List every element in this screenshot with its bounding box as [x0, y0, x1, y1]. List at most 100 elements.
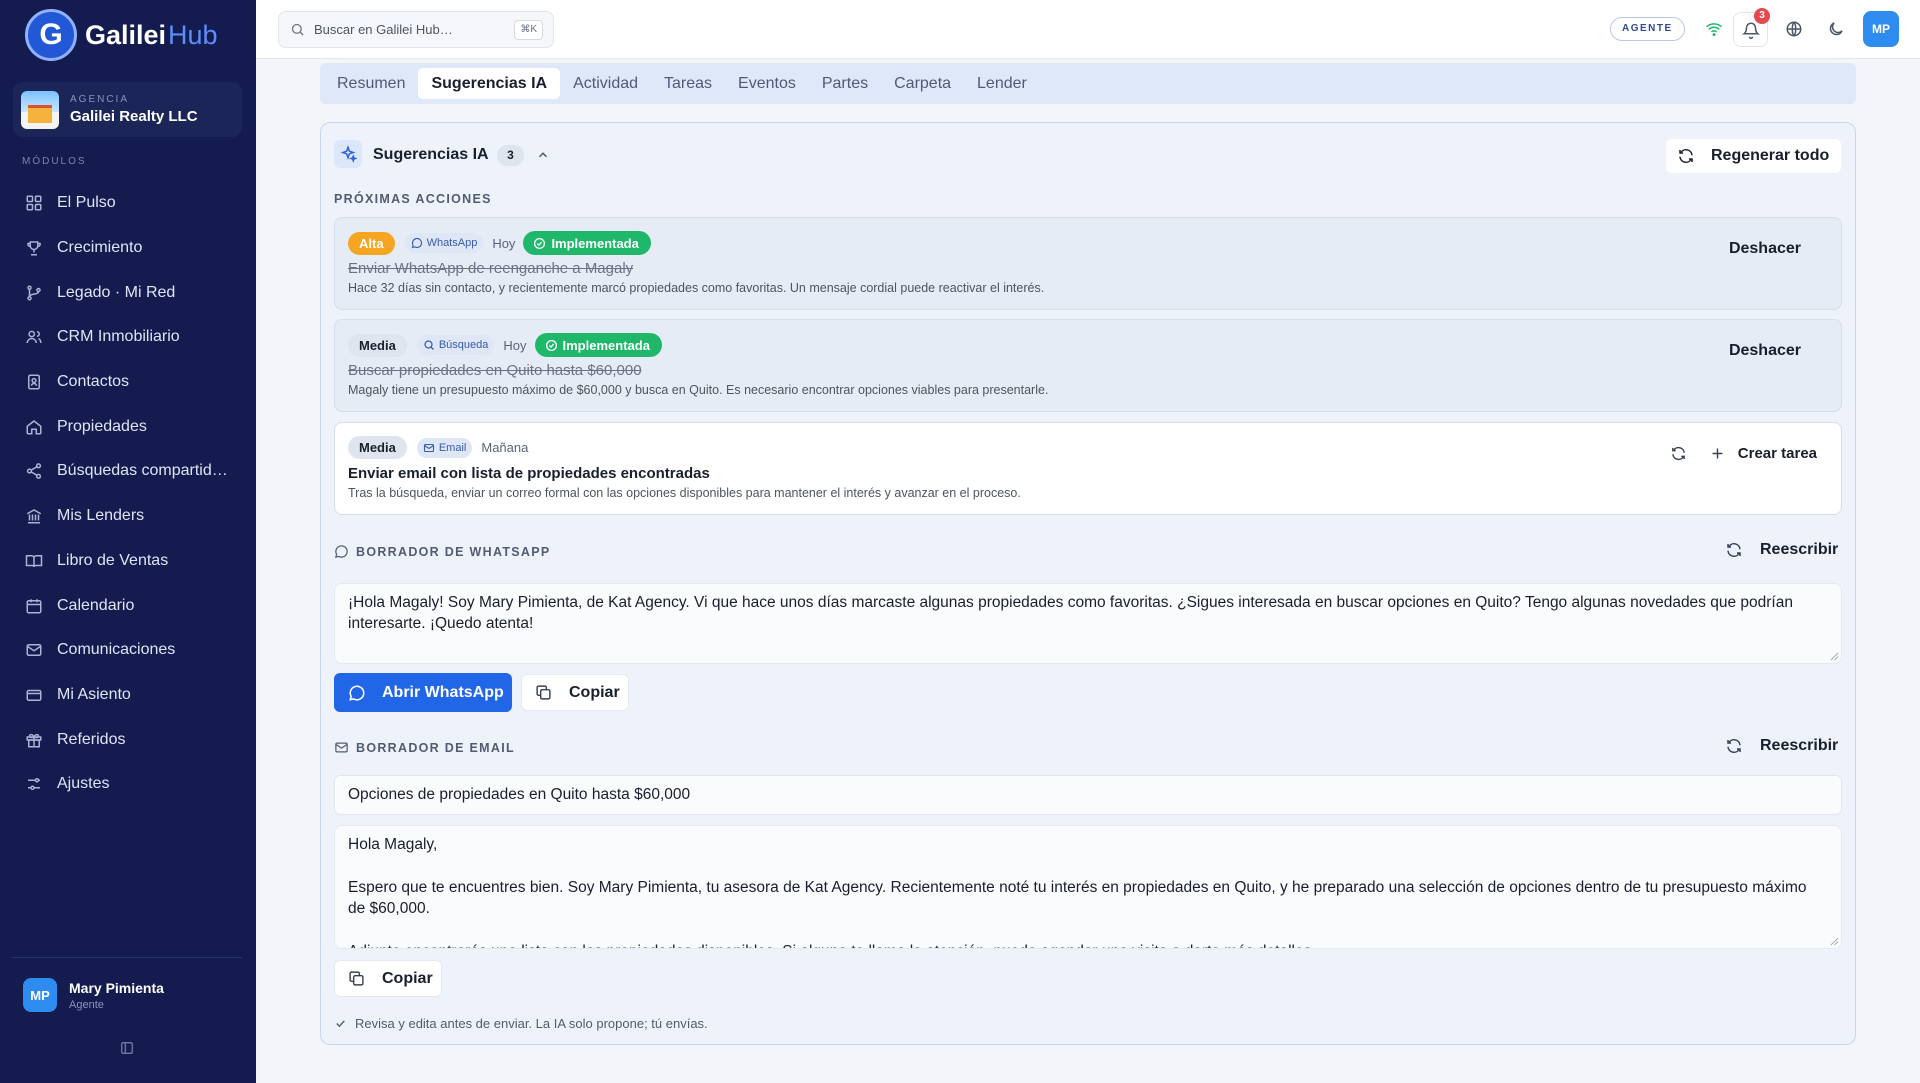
next-actions-label: PRÓXIMAS ACCIONES: [334, 192, 492, 206]
check-icon: [336, 1020, 345, 1028]
sidebar-item-label: Búsquedas compartid…: [57, 462, 228, 480]
tab-resumen[interactable]: Resumen: [324, 68, 418, 99]
topbar: Buscar en Galilei Hub… ⌘K AGENTE 3 MP: [256, 0, 1920, 59]
message-circle-icon: [349, 685, 365, 701]
rewrite-email-button[interactable]: Reescribir: [1725, 737, 1838, 755]
tab-partes[interactable]: Partes: [809, 68, 881, 99]
tab-sugerencias-ia[interactable]: Sugerencias IA: [418, 68, 561, 99]
message-circle-icon: [411, 237, 422, 249]
copy-label: Copiar: [382, 969, 433, 987]
sliders-icon: [28, 778, 40, 791]
refresh-icon: [1727, 738, 1741, 754]
sidebar-item-el-pulso[interactable]: El Pulso: [14, 181, 242, 226]
moon-icon[interactable]: [1827, 20, 1845, 38]
rewrite-whatsapp-button[interactable]: Reescribir: [1725, 541, 1838, 559]
whatsapp-draft-label: BORRADOR DE WHATSAPP: [334, 544, 551, 559]
search-icon: [424, 340, 434, 350]
sidebar-item-busquedas[interactable]: Búsquedas compartid…: [14, 449, 242, 494]
regenerate-all-label: Regenerar todo: [1711, 147, 1830, 164]
sidebar-item-libro-ventas[interactable]: Libro de Ventas: [14, 539, 242, 584]
sidebar-divider: [12, 957, 242, 958]
copy-label: Copiar: [569, 683, 620, 701]
email-draft-label: BORRADOR DE EMAIL: [334, 740, 515, 755]
sidebar: G GalileiHub AGENCIA Galilei Realty LLC …: [0, 0, 256, 1083]
search-input[interactable]: Buscar en Galilei Hub… ⌘K: [278, 11, 554, 48]
status-label: Implementada: [562, 337, 650, 353]
priority-badge: Media: [348, 436, 407, 459]
sidebar-item-legado[interactable]: Legado · Mi Red: [14, 270, 242, 315]
channel-label: Email: [438, 441, 467, 454]
tabs-bar: Resumen Sugerencias IA Actividad Tareas …: [320, 63, 1856, 104]
sidebar-item-contactos[interactable]: Contactos: [14, 360, 242, 405]
chevron-up-icon[interactable]: [536, 148, 550, 162]
modules-label: MÓDULOS: [22, 156, 87, 167]
search-icon: [291, 23, 304, 36]
email-greeting: Hola Magaly,: [348, 836, 438, 853]
sidebar-item-comunicaciones[interactable]: Comunicaciones: [14, 628, 242, 673]
agency-label: AGENCIA: [70, 94, 130, 105]
sidebar-item-label: Mis Lenders: [57, 507, 145, 525]
resize-handle-icon[interactable]: [1830, 652, 1839, 661]
agency-switcher[interactable]: AGENCIA Galilei Realty LLC: [13, 82, 242, 137]
sidebar-item-crecimiento[interactable]: Crecimiento: [14, 226, 242, 271]
sidebar-item-propiedades[interactable]: Propiedades: [14, 404, 242, 449]
git-branch-icon: [27, 285, 41, 301]
undo-button[interactable]: Deshacer: [1729, 240, 1801, 258]
user-name: Mary Pimienta: [69, 979, 164, 996]
copy-whatsapp-button[interactable]: Copiar: [521, 674, 629, 711]
gift-icon: [26, 733, 42, 748]
priority-badge: Alta: [348, 231, 395, 255]
undo-button[interactable]: Deshacer: [1729, 342, 1801, 360]
sidebar-item-calendario[interactable]: Calendario: [14, 583, 242, 628]
brand-name-main: Galilei: [85, 19, 167, 50]
whatsapp-draft-textarea[interactable]: ¡Hola Magaly! Soy Mary Pimienta, de Kat …: [334, 583, 1842, 664]
copy-email-button[interactable]: Copiar: [334, 960, 442, 997]
tab-tareas[interactable]: Tareas: [651, 68, 725, 99]
agency-name: Galilei Realty LLC: [70, 108, 198, 125]
wifi-icon: [1706, 23, 1722, 37]
sidebar-item-referidos[interactable]: Referidos: [14, 717, 242, 762]
channel-badge: WhatsApp: [404, 233, 484, 253]
email-body-textarea[interactable]: Hola Magaly, Espero que te encuentres bi…: [334, 825, 1842, 949]
email-paragraph: Adjunto encontrarás una lista con las pr…: [348, 941, 1828, 948]
brand-logo[interactable]: G GalileiHub: [25, 9, 218, 61]
sidebar-item-crm[interactable]: CRM Inmobiliario: [14, 315, 242, 360]
regenerate-all-button[interactable]: Regenerar todo: [1666, 139, 1841, 173]
sidebar-item-label: El Pulso: [57, 194, 116, 212]
channel-label: WhatsApp: [426, 237, 478, 249]
action-title: Enviar WhatsApp de reenganche a Magaly: [348, 260, 634, 277]
channel-badge: Email: [416, 437, 473, 458]
sidebar-item-ajustes[interactable]: Ajustes: [14, 762, 242, 807]
refresh-icon[interactable]: [1670, 445, 1687, 462]
suggestions-card: Sugerencias IA 3 Regenerar todo PRÓXIMAS…: [320, 122, 1856, 1045]
sidebar-item-label: Ajustes: [57, 775, 110, 793]
status-badge: Implementada: [534, 333, 662, 357]
create-task-button[interactable]: Crear tarea: [1709, 445, 1817, 462]
suggestions-count: 3: [497, 145, 524, 166]
check-circle-icon: [545, 339, 557, 351]
sidebar-item-label: Libro de Ventas: [57, 551, 169, 569]
tab-carpeta[interactable]: Carpeta: [881, 68, 964, 99]
sidebar-item-label: Contactos: [57, 373, 130, 391]
whatsapp-draft-text: ¡Hola Magaly! Soy Mary Pimienta, de Kat …: [348, 594, 1793, 632]
action-item: Media Email Mañana Enviar email con list…: [334, 422, 1842, 515]
create-task-label: Crear tarea: [1737, 445, 1817, 462]
sidebar-item-mi-asiento[interactable]: Mi Asiento: [14, 673, 242, 718]
rewrite-label: Reescribir: [1760, 737, 1839, 754]
brand-name-suffix: Hub: [168, 19, 218, 50]
tab-actividad[interactable]: Actividad: [560, 68, 651, 99]
globe-icon[interactable]: [1785, 20, 1803, 38]
sidebar-item-label: CRM Inmobiliario: [57, 328, 180, 346]
resize-handle-icon[interactable]: [1830, 937, 1839, 946]
due-label: Hoy: [492, 235, 516, 251]
open-whatsapp-button[interactable]: Abrir WhatsApp: [334, 673, 512, 712]
email-subject-input[interactable]: Opciones de propiedades en Quito hasta $…: [334, 775, 1842, 815]
message-circle-icon: [334, 545, 348, 559]
tab-eventos[interactable]: Eventos: [725, 68, 809, 99]
collapse-sidebar-icon[interactable]: [120, 1041, 134, 1055]
sidebar-item-lenders[interactable]: Mis Lenders: [14, 494, 242, 539]
top-avatar[interactable]: MP: [1863, 11, 1899, 47]
sidebar-item-label: Calendario: [57, 596, 135, 614]
user-profile[interactable]: MP Mary Pimienta Agente: [23, 978, 164, 1012]
tab-lender[interactable]: Lender: [964, 68, 1040, 99]
